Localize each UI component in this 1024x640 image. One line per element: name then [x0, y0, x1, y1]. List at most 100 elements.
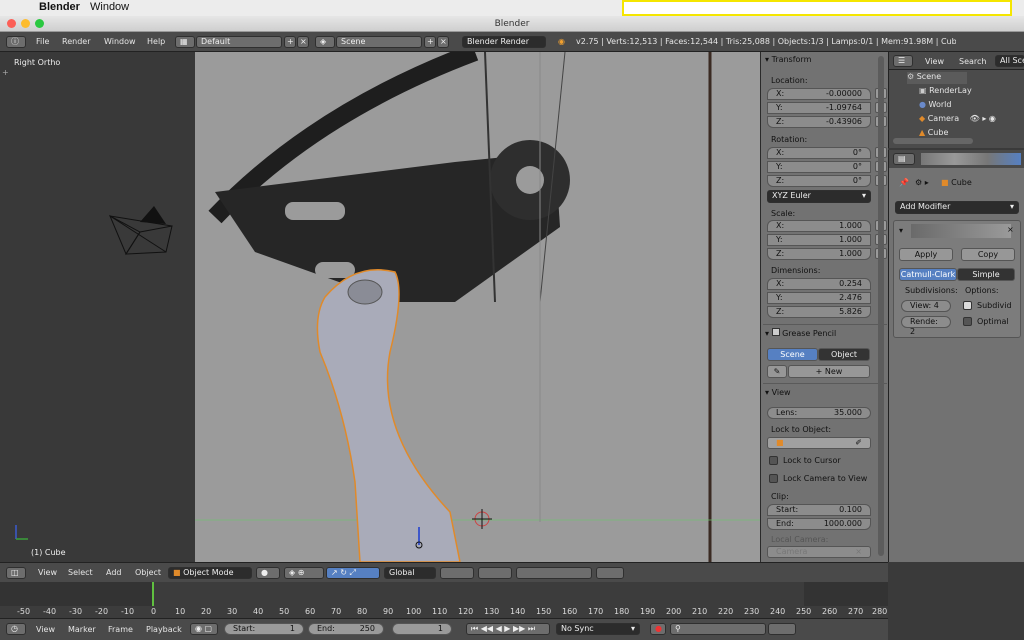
keyframe-icons[interactable]: [768, 623, 796, 635]
scale-y-field[interactable]: Y: 1.000: [767, 234, 871, 246]
record-icon[interactable]: ●: [650, 623, 666, 635]
lock-cursor-checkbox[interactable]: [769, 456, 778, 465]
outliner-search-menu[interactable]: Search: [959, 56, 986, 68]
collapse-icon[interactable]: ▾: [899, 226, 903, 235]
viewport-shading-select[interactable]: ●: [256, 567, 280, 579]
snap-icons[interactable]: [516, 567, 592, 579]
camera-object-icon[interactable]: [100, 202, 180, 262]
outliner-scrollbar[interactable]: [893, 138, 973, 144]
local-camera-field[interactable]: Camera ×: [767, 546, 871, 558]
menu-render[interactable]: Render: [62, 36, 90, 48]
rotation-mode-select[interactable]: XYZ Euler ▾: [767, 190, 871, 203]
view3d-menu-select[interactable]: Select: [68, 567, 93, 579]
clip-start-field[interactable]: Start: 0.100: [767, 504, 871, 516]
pencil-icon[interactable]: ✎: [767, 365, 787, 378]
view-levels-field[interactable]: View: 4: [901, 300, 951, 312]
editor-type-icon[interactable]: ⓘ: [6, 36, 26, 48]
copy-button[interactable]: Copy: [961, 248, 1015, 261]
render-preview-icons[interactable]: [596, 567, 624, 579]
optimal-checkbox[interactable]: [963, 317, 972, 326]
add-modifier-select[interactable]: Add Modifier ▾: [895, 201, 1019, 214]
rotation-x-field[interactable]: X: 0°: [767, 147, 871, 159]
grease-new-button[interactable]: + New: [788, 365, 870, 378]
timeline-editor-icon[interactable]: ◷: [6, 623, 26, 635]
menu-window[interactable]: Window: [104, 36, 136, 48]
auto-keyframe-icons[interactable]: ◉ ▢: [190, 623, 218, 635]
remove-modifier-icon[interactable]: ×: [1007, 225, 1014, 234]
location-y-field[interactable]: Y: -1.09764: [767, 102, 871, 114]
manipulator-icons[interactable]: ↗ ↻ ⤢: [326, 567, 380, 579]
menu-file[interactable]: File: [36, 36, 49, 48]
menu-help[interactable]: Help: [147, 36, 165, 48]
sync-select[interactable]: No Sync ▾: [556, 623, 640, 635]
dimension-z-field[interactable]: Z: 5.826: [767, 306, 871, 318]
dimension-x-field[interactable]: X: 0.254: [767, 278, 871, 290]
grease-pencil-header[interactable]: ▾ Grease Pencil: [765, 328, 836, 338]
rotation-y-field[interactable]: Y: 0°: [767, 161, 871, 173]
window-menu[interactable]: Window: [90, 1, 129, 13]
timeline-menu-frame[interactable]: Frame: [108, 624, 133, 636]
pin-icon[interactable]: 📌: [899, 178, 909, 187]
remove-scene-icon[interactable]: ×: [437, 36, 449, 48]
app-menu[interactable]: Blender: [39, 1, 80, 13]
subdivide-uvs-checkbox[interactable]: [963, 301, 972, 310]
outliner-item-world[interactable]: ● World: [919, 100, 951, 109]
apply-button[interactable]: Apply: [899, 248, 953, 261]
view3d-menu-object[interactable]: Object: [135, 567, 161, 579]
current-frame-field[interactable]: 1: [392, 623, 452, 635]
playback-controls[interactable]: ⏮ ◀◀ ◀ ▶ ▶▶ ⏭: [466, 623, 550, 635]
toolshelf-plus-icon[interactable]: +: [2, 68, 9, 77]
view3d-editor-icon[interactable]: ◫: [6, 567, 26, 579]
location-x-field[interactable]: X: -0.00000: [767, 88, 871, 100]
remove-layout-icon[interactable]: ×: [297, 36, 309, 48]
lock-camera-checkbox[interactable]: [769, 474, 778, 483]
viewport-dark-region[interactable]: Right Ortho +: [0, 52, 195, 562]
add-layout-icon[interactable]: +: [284, 36, 296, 48]
grease-scene-tab[interactable]: Scene: [767, 348, 818, 361]
outliner-filter-select[interactable]: All Sce: [995, 55, 1024, 67]
scene-field[interactable]: Scene: [336, 36, 422, 48]
mode-select[interactable]: ■ Object Mode: [168, 567, 252, 579]
dimension-y-field[interactable]: Y: 2.476: [767, 292, 871, 304]
catmull-clark-tab[interactable]: Catmull-Clark: [899, 268, 957, 281]
pivot-icons[interactable]: ◈ ⊕: [284, 567, 324, 579]
timeline-region[interactable]: -50 -40 -30 -20 -10 0 10 20 30 40 50 60 …: [0, 582, 888, 618]
outliner-item-camera[interactable]: ◆ Camera 👁 ▸ ◉: [919, 114, 996, 123]
scale-x-field[interactable]: X: 1.000: [767, 220, 871, 232]
properties-editor-icon[interactable]: ▤: [893, 153, 915, 165]
scene-icon[interactable]: ◈: [315, 36, 335, 48]
timeline-menu-marker[interactable]: Marker: [68, 624, 96, 636]
layers-grid-1[interactable]: [440, 567, 474, 579]
layout-field[interactable]: Default: [196, 36, 282, 48]
outliner-item-renderlayer[interactable]: ▣ RenderLay: [919, 86, 972, 95]
modifier-header-icons[interactable]: [911, 224, 1011, 238]
view-panel-header[interactable]: ▾ View: [765, 388, 791, 397]
outliner-item-cube[interactable]: ▲ Cube: [919, 128, 948, 137]
current-frame-indicator[interactable]: [152, 582, 154, 606]
location-z-field[interactable]: Z: -0.43906: [767, 116, 871, 128]
keying-set-field[interactable]: ⚲: [670, 623, 766, 635]
grease-object-tab[interactable]: Object: [818, 348, 870, 361]
render-levels-field[interactable]: Rende: 2: [901, 316, 951, 336]
layers-grid-2[interactable]: [478, 567, 512, 579]
outliner-item-scene[interactable]: ⚙ Scene: [907, 72, 967, 84]
layout-icon[interactable]: ▦: [175, 36, 195, 48]
orientation-select[interactable]: Global: [384, 567, 436, 579]
timeline-menu-view[interactable]: View: [36, 624, 55, 636]
frame-end-field[interactable]: End: 250: [308, 623, 384, 635]
add-scene-icon[interactable]: +: [424, 36, 436, 48]
lens-field[interactable]: Lens: 35.000: [767, 407, 871, 419]
timeline-menu-playback[interactable]: Playback: [146, 624, 182, 636]
render-engine-select[interactable]: Blender Render: [462, 36, 546, 48]
scrollbar[interactable]: [878, 56, 884, 556]
simple-tab[interactable]: Simple: [957, 268, 1015, 281]
outliner-editor-icon[interactable]: ☰: [893, 55, 913, 67]
properties-context-tabs[interactable]: [921, 153, 1021, 165]
clip-end-field[interactable]: End: 1000.000: [767, 518, 871, 530]
view3d-menu-view[interactable]: View: [38, 567, 57, 579]
rotation-z-field[interactable]: Z: 0°: [767, 175, 871, 187]
lock-object-field[interactable]: ■ ✐: [767, 437, 871, 449]
transform-panel-header[interactable]: ▾ Transform: [765, 55, 811, 64]
frame-start-field[interactable]: Start: 1: [224, 623, 304, 635]
outliner-view-menu[interactable]: View: [925, 56, 944, 68]
